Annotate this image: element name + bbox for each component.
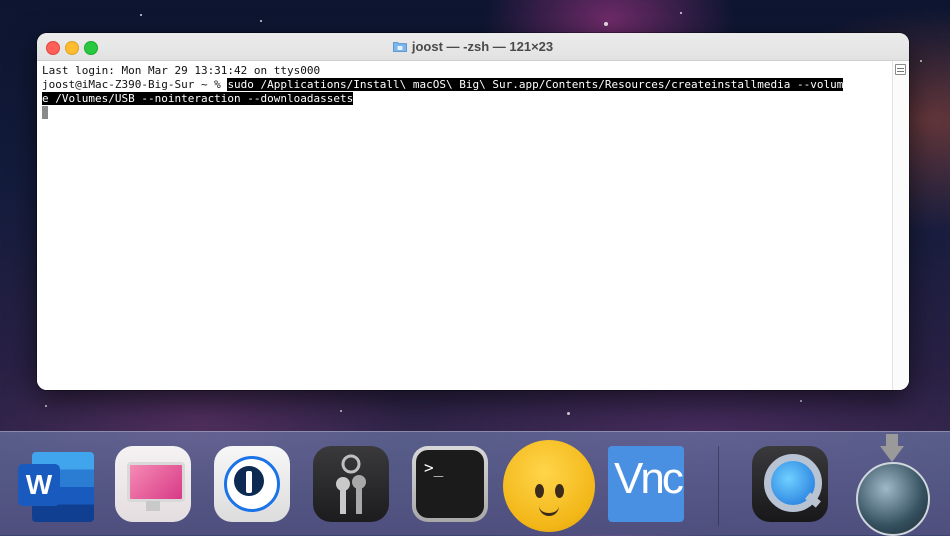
1password-icon[interactable] <box>212 444 292 524</box>
word-icon[interactable]: W <box>10 444 94 524</box>
cleanmymac-icon[interactable] <box>113 444 193 524</box>
window-title: joost — -zsh — 121×23 <box>37 39 909 54</box>
install-macos-icon[interactable] <box>850 434 930 536</box>
cursor-line <box>42 106 888 120</box>
window-title-text: joost — -zsh — 121×23 <box>411 39 554 54</box>
vnc-glyph: Vnc <box>614 454 684 503</box>
selected-command-part2: e /Volumes/USB --nointeraction --downloa… <box>42 92 354 105</box>
vnc-icon[interactable]: Vnc <box>606 444 686 524</box>
command-line-1: joost@iMac-Z390-Big-Sur ~ % sudo /Applic… <box>42 78 888 92</box>
scroll-marks-icon[interactable] <box>895 64 906 75</box>
word-letter: W <box>18 464 60 506</box>
selected-command-part1: sudo /Applications/Install\ macOS\ Big\ … <box>227 78 844 91</box>
shell-prompt: joost@iMac-Z390-Big-Sur ~ % <box>42 78 228 91</box>
dock-separator <box>718 446 719 526</box>
title-bar[interactable]: joost — -zsh — 121×23 <box>37 33 909 61</box>
terminal-icon[interactable]: >_ <box>410 444 490 524</box>
text-cursor <box>42 106 48 119</box>
scrollbar[interactable] <box>892 61 909 390</box>
quicktime-icon[interactable] <box>750 444 830 524</box>
terminal-output[interactable]: Last login: Mon Mar 29 13:31:42 on ttys0… <box>37 61 893 390</box>
folder-icon <box>392 42 407 52</box>
terminal-window: joost — -zsh — 121×23 Last login: Mon Ma… <box>37 33 909 390</box>
keychain-icon[interactable] <box>311 444 391 524</box>
last-login-line: Last login: Mon Mar 29 13:31:42 on ttys0… <box>42 64 321 77</box>
command-line-2: e /Volumes/USB --nointeraction --downloa… <box>42 92 888 106</box>
terminal-glyph: >_ <box>424 458 444 477</box>
dock: W >_ Vnc <box>0 431 950 536</box>
smiley-icon[interactable] <box>503 440 595 532</box>
